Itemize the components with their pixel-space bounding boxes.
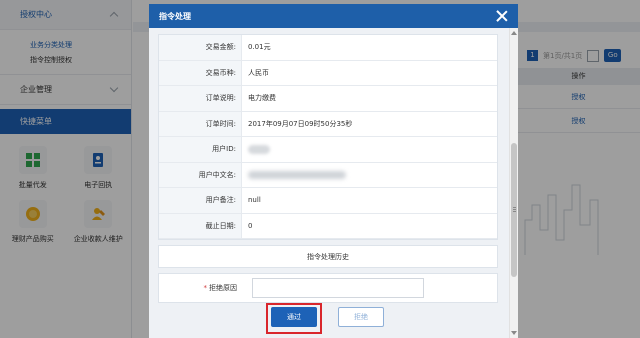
detail-row: 订单时间: 2017年09月07日09时50分35秒 [159,111,497,137]
reject-reason-row: * 拒绝原因 [158,273,498,303]
grip-icon [513,207,516,208]
field-value: 电力缴费 [248,94,276,102]
instruction-history-button[interactable]: 指令处理历史 [158,245,498,268]
field-label: 截止日期: [159,213,242,238]
field-label: 用户中文名: [159,162,242,187]
detail-row: 截止日期: 0 [159,213,497,239]
instruction-dialog: 指令处理 交易金额: 0.01元 交易币种: 人民币 订单说明: 电力缴费 订单… [149,4,518,338]
reject-reason-label-wrap: * 拒绝原因 [159,283,242,293]
dialog-scroll-content: 交易金额: 0.01元 交易币种: 人民币 订单说明: 电力缴费 订单时间: 2… [158,34,504,303]
field-label: 订单说明: [159,86,242,111]
scroll-up-arrow-icon[interactable] [511,31,517,35]
reject-reason-label: 拒绝原因 [209,284,237,292]
dialog-body: 交易金额: 0.01元 交易币种: 人民币 订单说明: 电力缴费 订单时间: 2… [149,28,518,338]
field-label: 订单时间: [159,111,242,136]
field-label: 用户ID: [159,137,242,162]
approve-button[interactable]: 通过 [271,307,317,327]
required-mark: * [203,284,208,292]
dialog-title: 指令处理 [159,11,191,21]
field-value-redacted [242,137,497,162]
reject-reason-input[interactable] [252,278,424,298]
detail-row: 交易币种: 人民币 [159,60,497,86]
detail-row: 用户备注: null [159,188,497,214]
scrollbar-thumb[interactable] [511,143,517,277]
scroll-down-arrow-icon[interactable] [511,331,517,335]
field-value-redacted [242,163,497,188]
dialog-scrollbar[interactable] [509,28,518,338]
field-value: 人民币 [248,68,269,77]
field-value: 0 [248,221,253,230]
reject-button[interactable]: 拒绝 [338,307,384,327]
detail-row: 订单说明: 电力缴费 [159,86,497,112]
field-value: 0.01元 [248,43,271,51]
detail-row: 用户中文名: [159,162,497,188]
field-label: 交易金额: [159,35,242,60]
redacted-user-name [248,170,346,179]
field-value: null [248,196,261,204]
redacted-user-id [248,144,270,154]
detail-row: 用户ID: [159,137,497,163]
dialog-header: 指令处理 [149,4,518,28]
field-value: 2017年09月07日09时50分35秒 [248,119,353,128]
detail-row: 交易金额: 0.01元 [159,35,497,61]
field-label: 交易币种: [159,60,242,85]
field-label: 用户备注: [159,188,242,213]
instruction-detail-table: 交易金额: 0.01元 交易币种: 人民币 订单说明: 电力缴费 订单时间: 2… [158,34,498,240]
close-icon[interactable] [496,10,508,22]
